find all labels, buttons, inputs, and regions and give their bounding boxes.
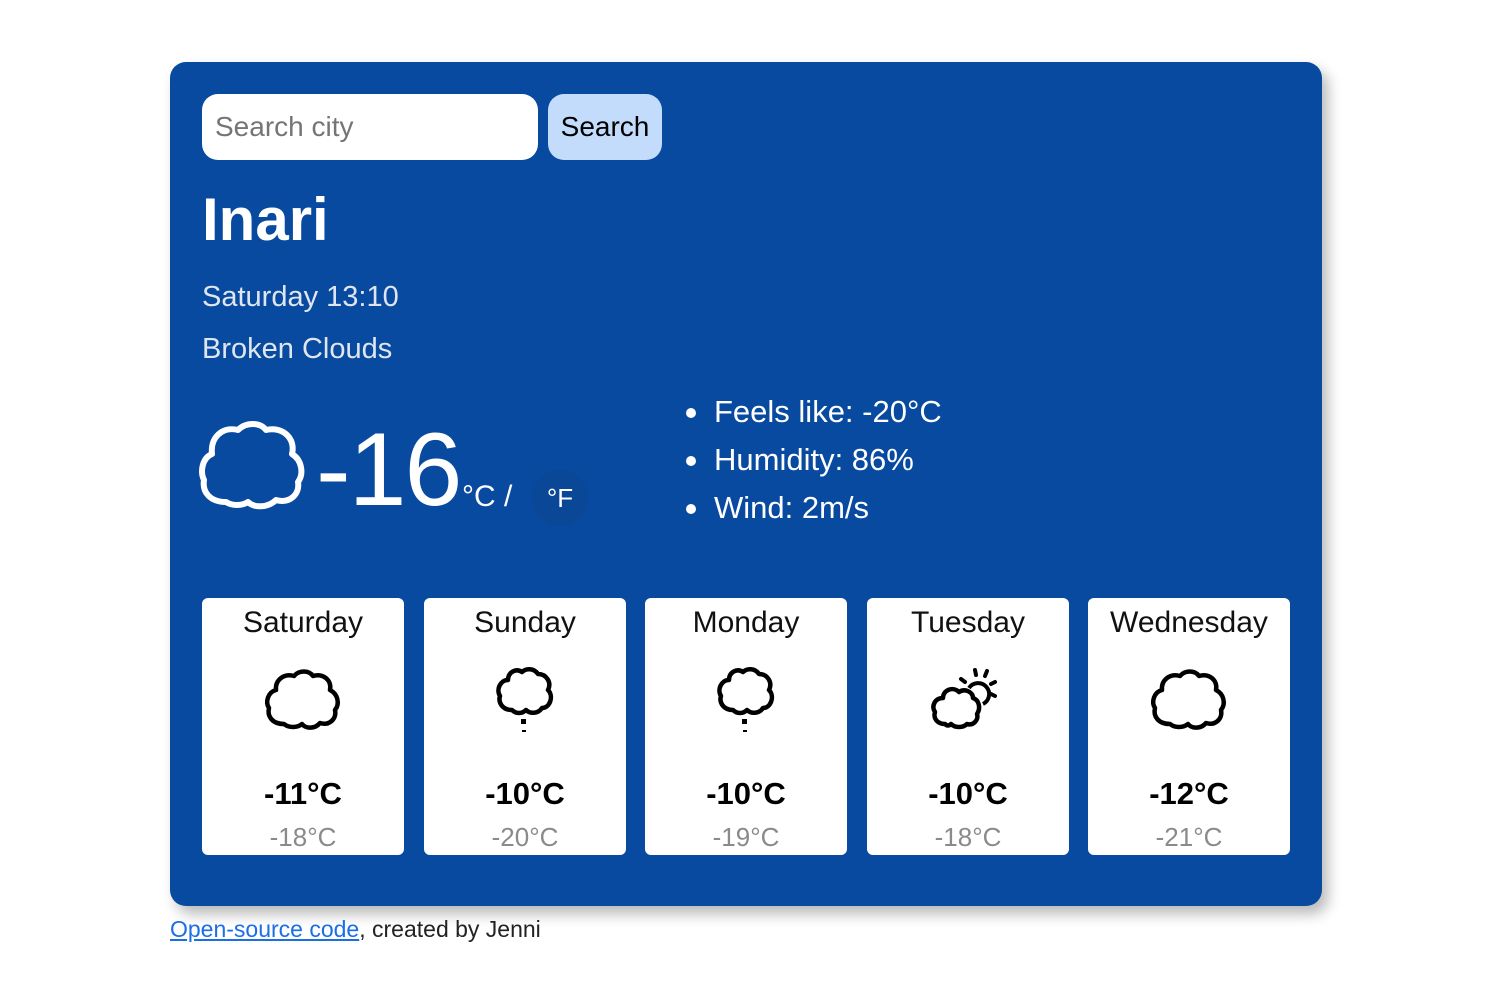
forecast-card: Saturday -11°C -18°C	[202, 598, 404, 855]
cloud-icon	[1151, 669, 1226, 730]
forecast-min-temp: -18°C	[934, 822, 1002, 852]
forecast-max-temp: -10°C	[485, 776, 565, 811]
footer-credit: , created by Jenni	[359, 916, 541, 942]
celsius-unit-label: °C /	[462, 480, 513, 513]
cloud-snow-icon	[496, 667, 554, 732]
weather-description: Broken Clouds	[202, 333, 393, 365]
forecast-min-temp: -18°C	[269, 822, 337, 852]
cloud-snow-icon	[717, 667, 775, 732]
wind-text: Wind: 2m/s	[714, 490, 870, 525]
forecast-row: Saturday -11°C -18°C Sunday -10°C -20°C …	[202, 598, 1290, 856]
search-city-input[interactable]	[202, 94, 538, 160]
forecast-day: Sunday	[474, 606, 576, 639]
forecast-max-temp: -10°C	[928, 776, 1008, 811]
open-source-code-link[interactable]: Open-source code	[170, 916, 359, 942]
feels-like-text: Feels like: -20°C	[714, 394, 942, 429]
current-temperature: -16	[316, 412, 462, 528]
forecast-day: Saturday	[242, 606, 364, 639]
feels-like-item: Feels like: -20°C	[680, 388, 942, 436]
forecast-card: Wednesday -12°C -21°C	[1088, 598, 1290, 855]
forecast-min-temp: -19°C	[712, 822, 780, 852]
broken-clouds-icon	[199, 421, 305, 510]
forecast-card: Tuesday -10°C -18°C	[867, 598, 1069, 855]
forecast-day: Wednesday	[1110, 606, 1268, 639]
current-datetime: Saturday 13:10	[202, 281, 399, 313]
weather-details-list: Feels like: -20°C Humidity: 86% Wind: 2m…	[680, 388, 942, 532]
fahrenheit-toggle-button[interactable]: °F	[532, 470, 588, 526]
forecast-max-temp: -11°C	[264, 776, 342, 811]
cloud-icon	[265, 669, 340, 730]
forecast-card: Sunday -10°C -20°C	[424, 598, 626, 855]
partly-cloudy-icon	[931, 668, 997, 730]
search-button[interactable]: Search	[548, 94, 662, 160]
humidity-item: Humidity: 86%	[680, 436, 942, 484]
forecast-card: Monday -10°C -19°C	[645, 598, 847, 855]
forecast-min-temp: -20°C	[491, 822, 559, 852]
weather-app: Search Inari Saturday 13:10 Broken Cloud…	[170, 62, 1322, 906]
footer: Open-source code, created by Jenni	[170, 916, 541, 944]
bullet-icon	[686, 504, 696, 514]
forecast-day: Monday	[692, 606, 800, 639]
forecast-max-temp: -12°C	[1149, 776, 1229, 811]
bullet-icon	[686, 456, 696, 466]
forecast-day: Tuesday	[911, 606, 1025, 639]
city-name: Inari	[202, 186, 329, 253]
forecast-max-temp: -10°C	[706, 776, 786, 811]
bullet-icon	[686, 408, 696, 418]
wind-item: Wind: 2m/s	[680, 484, 942, 532]
humidity-text: Humidity: 86%	[714, 442, 914, 477]
forecast-min-temp: -21°C	[1155, 822, 1223, 852]
